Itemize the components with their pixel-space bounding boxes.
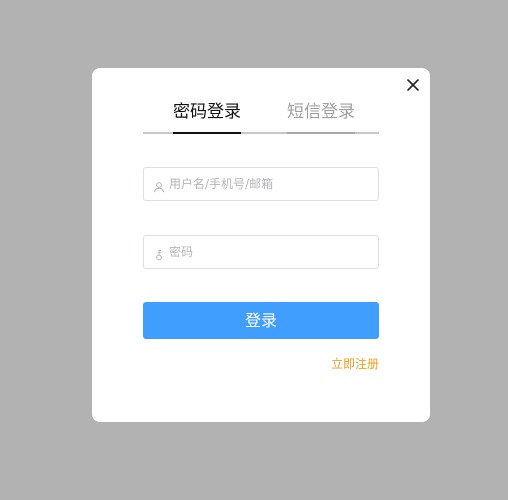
tab-active-indicator: [173, 132, 241, 134]
tab-sms-login-label: 短信登录: [287, 102, 355, 122]
password-field: [143, 235, 379, 269]
login-dialog: 密码登录 短信登录 登录 立即注册: [92, 68, 430, 422]
user-icon: [153, 178, 165, 193]
username-field: [143, 167, 379, 201]
login-button[interactable]: 登录: [143, 302, 379, 339]
password-input[interactable]: [169, 236, 369, 268]
register-link[interactable]: 立即注册: [312, 355, 379, 372]
key-icon: [153, 246, 165, 261]
tab-inactive-indicator: [287, 132, 355, 134]
tab-sms-login[interactable]: 短信登录: [287, 98, 355, 134]
tab-password-login-label: 密码登录: [173, 102, 241, 122]
username-input[interactable]: [169, 168, 369, 200]
login-tabs: 密码登录 短信登录: [143, 98, 379, 134]
tab-password-login[interactable]: 密码登录: [173, 98, 241, 134]
close-icon[interactable]: [404, 76, 422, 94]
